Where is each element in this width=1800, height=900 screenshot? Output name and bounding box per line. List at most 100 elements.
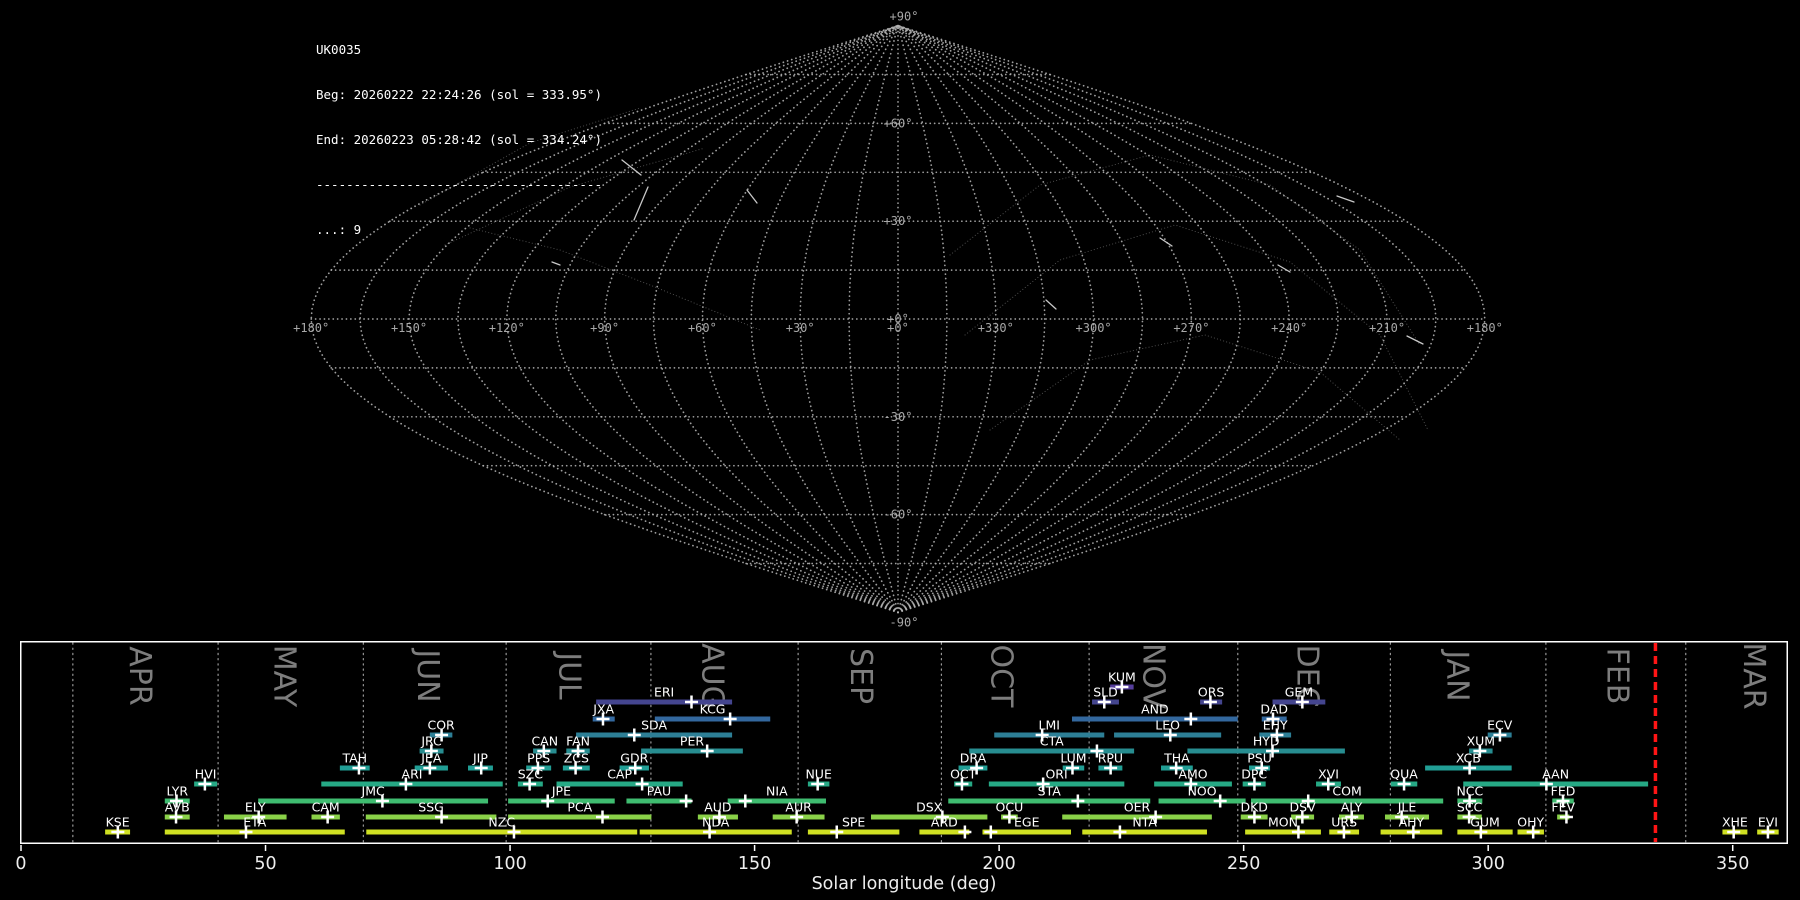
shower-label-NUE: NUE xyxy=(805,767,831,782)
shower-label-ARD: ARD xyxy=(931,815,958,830)
shower-label-GEM: GEM xyxy=(1285,685,1313,700)
shower-label-LEO: LEO xyxy=(1155,718,1180,733)
shower-label-THA: THA xyxy=(1163,751,1190,766)
shower-label-CTA: CTA xyxy=(1040,734,1064,749)
meteor-trail xyxy=(746,189,758,204)
longitude-label: +240° xyxy=(1271,321,1307,335)
shower-label-NTA: NTA xyxy=(1132,815,1157,830)
month-label: AUG xyxy=(695,643,730,709)
shower-bar-JMC xyxy=(258,798,489,804)
peak-marker-EGE xyxy=(984,825,998,839)
shower-label-EHY: EHY xyxy=(1263,718,1288,733)
shower-bar-PCA xyxy=(508,814,652,820)
shower-label-AUD: AUD xyxy=(704,800,731,815)
latitude-label: +30° xyxy=(884,214,913,228)
shower-label-NOO: NOO xyxy=(1188,784,1217,799)
shower-label-COR: COR xyxy=(427,718,455,733)
shower-bar-NOO xyxy=(1158,798,1246,804)
shower-label-LUM: LUM xyxy=(1060,751,1086,766)
shower-label-PPS: PPS xyxy=(527,751,550,766)
shower-label-CAM: CAM xyxy=(312,800,340,815)
shower-bar-SPE xyxy=(807,829,900,835)
shower-label-RPU: RPU xyxy=(1098,751,1123,766)
meteor-trail xyxy=(1277,264,1291,273)
longitude-label: +330° xyxy=(978,321,1014,335)
shower-label-KCG: KCG xyxy=(700,702,726,717)
longitude-label: +150° xyxy=(391,321,427,335)
shower-label-NCC: NCC xyxy=(1456,784,1483,799)
shower-label-KUM: KUM xyxy=(1108,670,1136,685)
shower-label-AVB: AVB xyxy=(165,800,190,815)
peak-marker-NIA xyxy=(738,794,752,808)
x-tick-label: 100 xyxy=(493,854,526,874)
shower-label-HYD: HYD xyxy=(1253,734,1280,749)
shower-label-ARI: ARI xyxy=(402,767,423,782)
longitude-label: +300° xyxy=(1076,321,1112,335)
meteor-trail xyxy=(1406,335,1424,345)
shower-label-LYR: LYR xyxy=(166,784,188,799)
shower-label-JIP: JIP xyxy=(472,751,488,766)
longitude-label: +120° xyxy=(489,321,525,335)
shower-label-CAP: CAP xyxy=(607,767,632,782)
peak-marker-STA xyxy=(1071,794,1085,808)
shower-bar-JPE xyxy=(508,798,615,804)
longitude-label: +210° xyxy=(1369,321,1405,335)
month-label: JUN xyxy=(410,647,445,702)
longitude-label: +180° xyxy=(1467,321,1503,335)
shower-bar-SSG xyxy=(365,814,497,820)
shower-label-ETA: ETA xyxy=(243,815,267,830)
x-axis-title: Solar longitude (deg) xyxy=(812,874,997,894)
shower-label-AUR: AUR xyxy=(785,800,812,815)
shower-label-GUM: GUM xyxy=(1470,815,1500,830)
longitude-label: +60° xyxy=(688,321,717,335)
shower-label-PSU: PSU xyxy=(1247,751,1272,766)
x-tick-label: 200 xyxy=(982,854,1015,874)
shower-label-PER: PER xyxy=(680,734,704,749)
shower-label-XHE: XHE xyxy=(1722,815,1748,830)
shower-label-EVI: EVI xyxy=(1758,815,1778,830)
shower-label-XCB: XCB xyxy=(1456,751,1481,766)
session-begin: Beg: 20260222 22:24:26 (sol = 333.95°) xyxy=(316,87,602,102)
shower-label-DSX: DSX xyxy=(916,800,943,815)
shower-bar-SDA xyxy=(576,732,733,738)
meteor-count: ...: 9 xyxy=(316,222,362,237)
peak-marker-KCG xyxy=(723,712,737,726)
shower-label-DPC: DPC xyxy=(1241,767,1267,782)
shower-label-GDR: GDR xyxy=(620,751,648,766)
x-tick-label: 0 xyxy=(15,854,26,874)
session-info-block: UK0035 Beg: 20260222 22:24:26 (sol = 333… xyxy=(316,12,602,267)
shower-label-ELY: ELY xyxy=(245,800,266,815)
shower-label-SZC: SZC xyxy=(518,767,543,782)
shower-label-NDA: NDA xyxy=(702,815,730,830)
session-end: End: 20260223 05:28:42 (sol = 334.24°) xyxy=(316,132,602,147)
shower-label-OCU: OCU xyxy=(996,800,1024,815)
longitude-label: +90° xyxy=(590,321,619,335)
longitude-label: +180° xyxy=(293,321,329,335)
meteor-trail xyxy=(1336,195,1355,203)
fov-curve xyxy=(989,334,1401,441)
station-id: UK0035 xyxy=(316,42,362,57)
shower-label-ERI: ERI xyxy=(654,685,674,700)
shower-label-ZCS: ZCS xyxy=(564,751,589,766)
timeline-chart: APR MAY JUN JUL AUG SEP OCT NOV DEC JAN FEB MARKUME… xyxy=(15,641,1788,894)
month-label: MAY xyxy=(267,645,302,708)
month-label: FEB xyxy=(1599,648,1634,705)
meridian-line xyxy=(897,24,1437,614)
shower-label-ORS: ORS xyxy=(1198,685,1225,700)
peak-marker-PCA xyxy=(595,810,609,824)
shower-label-URS: URS xyxy=(1331,815,1357,830)
shower-label-AMO: AMO xyxy=(1178,767,1207,782)
longitude-label: +0° xyxy=(887,321,909,335)
month-label: JAN xyxy=(1439,648,1474,701)
month-label: APR xyxy=(122,646,157,705)
latitude-label: -30° xyxy=(884,410,913,424)
shower-label-STA: STA xyxy=(1038,784,1062,799)
x-tick-label: 150 xyxy=(738,854,771,874)
peak-marker-SDA xyxy=(627,728,641,742)
separator-line: -------------------------------------- xyxy=(316,177,602,192)
shower-label-AHY: AHY xyxy=(1399,815,1425,830)
shower-bar-PER xyxy=(641,748,743,754)
shower-label-PCA: PCA xyxy=(567,800,592,815)
shower-bar-KCG xyxy=(654,716,771,722)
shower-bar-STA xyxy=(948,798,1151,804)
